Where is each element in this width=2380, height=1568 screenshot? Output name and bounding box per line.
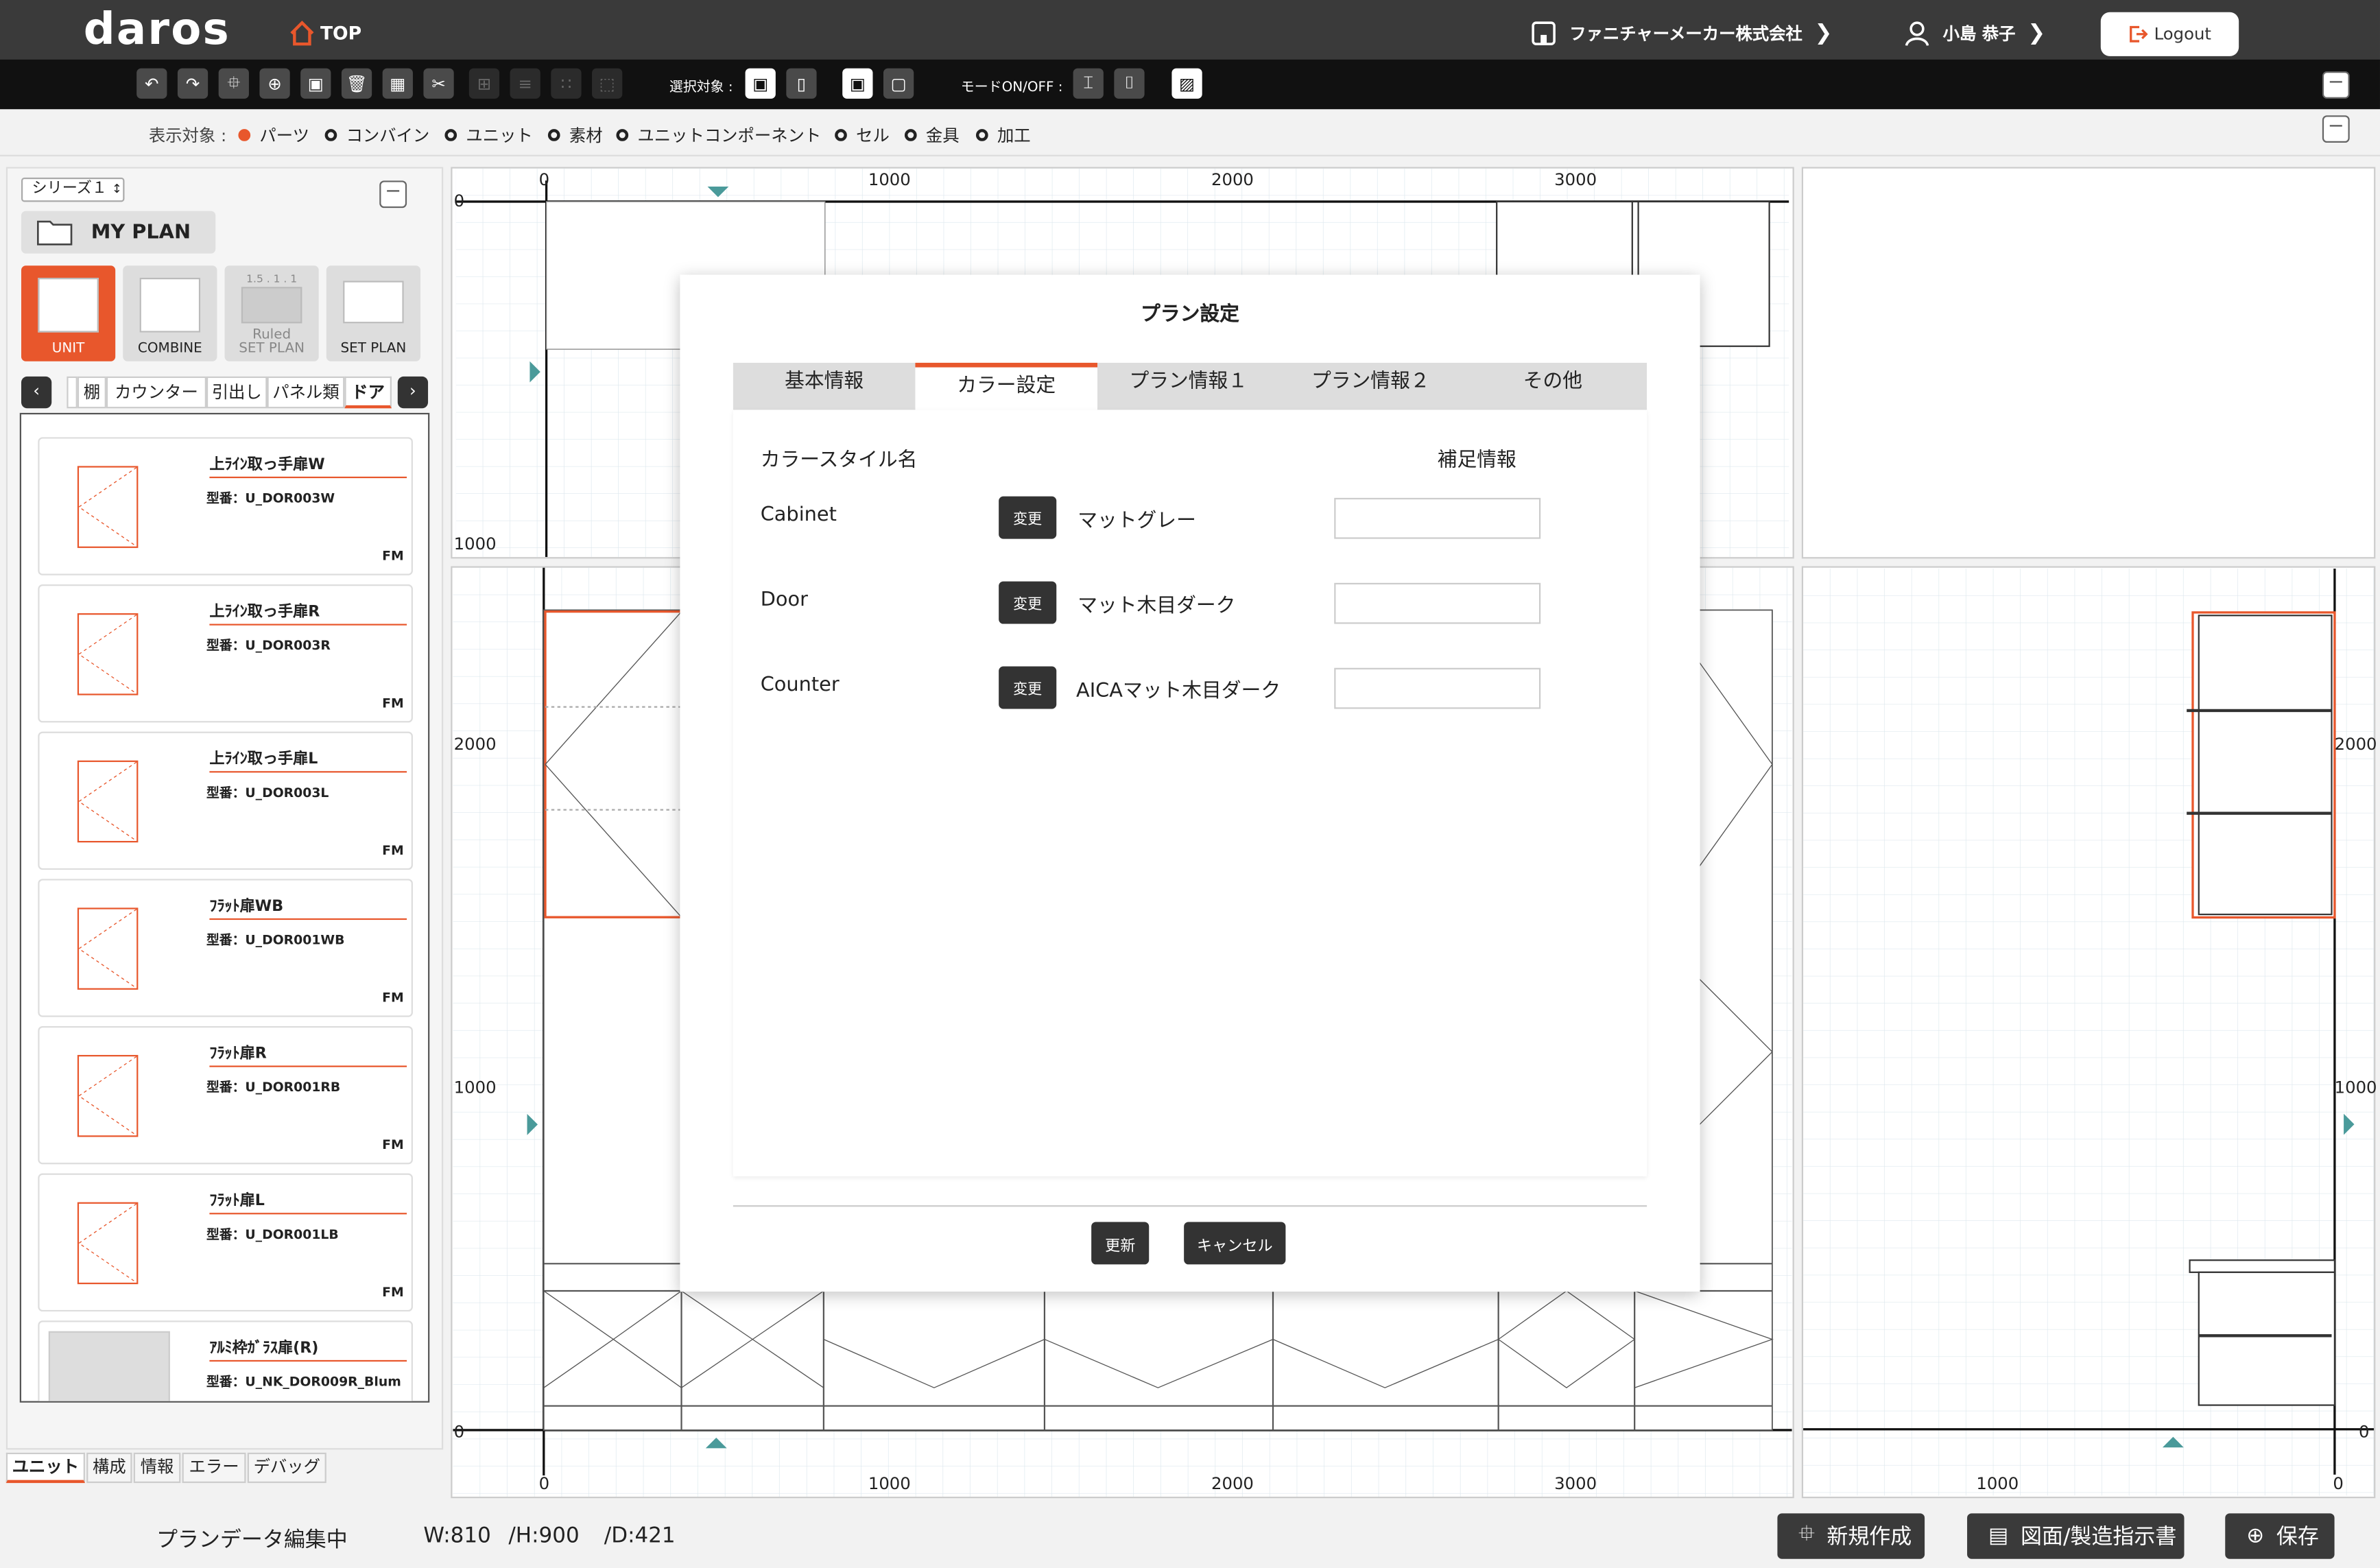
door-note-input[interactable] bbox=[1334, 582, 1541, 624]
plan-settings-dialog: プラン設定 基本情報 カラー設定 プラン情報１ プラン情報２ その他 カラースタ… bbox=[680, 274, 1700, 1292]
color-settings-panel: カラースタイル名 補足情報 Cabinet 変更 マットグレー Door 変更 … bbox=[733, 409, 1647, 1177]
counter-note-input[interactable] bbox=[1334, 667, 1541, 709]
tab-other[interactable]: その他 bbox=[1462, 363, 1644, 410]
change-door-button[interactable]: 変更 bbox=[999, 581, 1057, 624]
change-counter-button[interactable]: 変更 bbox=[999, 666, 1057, 709]
change-cabinet-button[interactable]: 変更 bbox=[999, 496, 1057, 539]
row-label-counter: Counter bbox=[760, 674, 840, 697]
tab-basic-info[interactable]: 基本情報 bbox=[733, 363, 916, 410]
tab-color-settings[interactable]: カラー設定 bbox=[915, 362, 1097, 410]
dialog-title: プラン設定 bbox=[1141, 303, 1239, 326]
dialog-tabs: 基本情報 カラー設定 プラン情報１ プラン情報２ その他 bbox=[733, 362, 1647, 410]
cabinet-note-input[interactable] bbox=[1334, 497, 1541, 539]
column-style-name: カラースタイル名 bbox=[760, 449, 918, 473]
door-color-value: マット木目ダーク bbox=[1078, 595, 1236, 618]
column-note: 補足情報 bbox=[1437, 449, 1516, 473]
cabinet-color-value: マットグレー bbox=[1078, 510, 1196, 533]
tab-plan-info-1[interactable]: プラン情報１ bbox=[1097, 363, 1280, 410]
cancel-button[interactable]: キャンセル bbox=[1184, 1222, 1286, 1265]
row-label-door: Door bbox=[760, 589, 808, 612]
tab-plan-info-2[interactable]: プラン情報２ bbox=[1280, 363, 1462, 410]
dialog-divider bbox=[733, 1205, 1647, 1207]
update-button[interactable]: 更新 bbox=[1091, 1222, 1150, 1265]
counter-color-value: AICAマット木目ダーク bbox=[1076, 680, 1281, 703]
row-label-cabinet: Cabinet bbox=[760, 503, 837, 527]
